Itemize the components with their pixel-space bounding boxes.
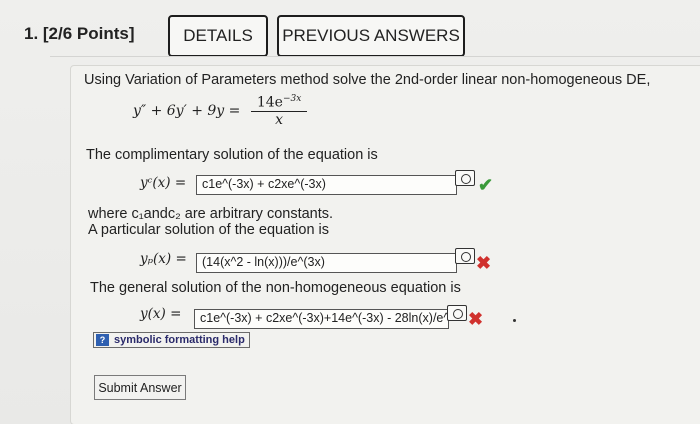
x-mark-icon: ✖ [476,253,492,273]
equation-fraction: 14e−3x x [250,94,308,128]
header-divider [50,56,700,57]
preview-eye-icon[interactable] [447,305,467,321]
preview-eye-icon[interactable] [455,248,475,264]
particular-label: yₚ(x) = [140,251,187,267]
checkmark-icon: ✔ [478,175,494,195]
complementary-intro: The complimentary solution of the equati… [86,147,378,163]
x-mark-icon: ✖ [468,309,484,329]
equation-denominator: x [275,111,284,128]
stray-dot [513,319,516,322]
numerator-base: 14e [256,94,283,111]
details-button[interactable]: DETAILS [168,15,268,57]
differential-equation: y″ + 6y′ + 9y = 14e−3x x [133,94,308,128]
help-icon: ? [96,334,109,346]
previous-answers-button[interactable]: PREVIOUS ANSWERS [277,15,465,57]
complementary-answer-field[interactable]: c1e^(-3x) + c2xe^(-3x) [196,175,457,195]
general-answer-field[interactable]: c1e^(-3x) + c2xe^(-3x)+14e^(-3x) - 28ln(… [194,309,449,329]
preview-eye-icon[interactable] [455,170,475,186]
question-page: 1. [2/6 Points] DETAILS PREVIOUS ANSWERS… [0,0,700,424]
particular-answer-field[interactable]: (14(x^2 - ln(x)))/e^(3x) [196,253,457,273]
general-intro: The general solution of the non-homogene… [90,280,461,296]
particular-intro: A particular solution of the equation is [88,222,330,238]
equation-numerator: 14e−3x [250,94,308,112]
question-number: 1. [2/6 Points] [24,24,135,43]
submit-answer-button[interactable]: Submit Answer [94,375,186,400]
complementary-label: yᶜ(x) = [140,175,187,191]
symbolic-formatting-help-link[interactable]: ? symbolic formatting help [93,332,250,348]
help-label: symbolic formatting help [114,334,245,346]
problem-prompt: Using Variation of Parameters method sol… [84,72,651,88]
general-label: y(x) = [140,306,182,322]
constants-note: where c₁andc₂ are arbitrary constants. [88,206,334,222]
equation-lhs: y″ + 6y′ + 9y = [133,102,241,119]
numerator-exponent: −3x [282,94,302,104]
